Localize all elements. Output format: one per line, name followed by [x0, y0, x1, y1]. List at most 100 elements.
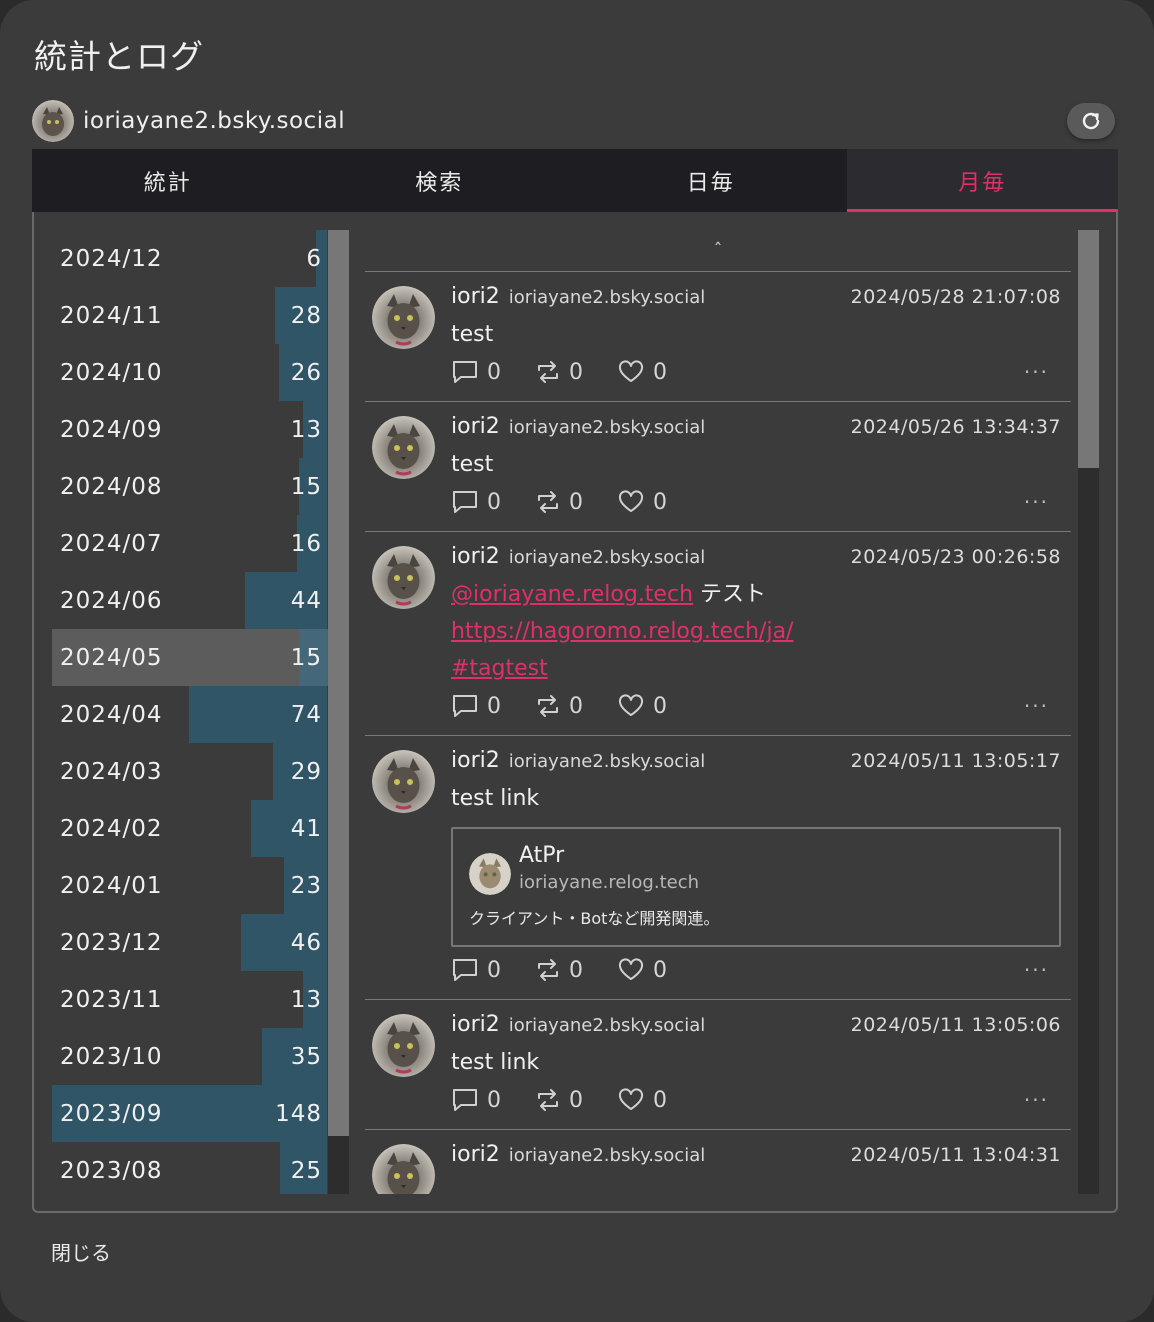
post-item[interactable]: iori2 ioriayane2.bsky.social 2024/05/23 00…	[365, 532, 1071, 736]
month-count: 13	[290, 416, 322, 443]
repost-button[interactable]: 0	[535, 490, 583, 515]
post-text: test link	[451, 786, 540, 811]
post-item[interactable]: iori2 ioriayane2.bsky.social 2024/05/11 13…	[365, 736, 1071, 1000]
post-item[interactable]: iori2 ioriayane2.bsky.social 2024/05/26 13…	[365, 402, 1071, 532]
more-options-icon[interactable]: ···	[1024, 958, 1049, 982]
reply-button[interactable]: 0	[451, 1087, 501, 1113]
reply-button[interactable]: 0	[451, 957, 501, 983]
month-label: 2024/01	[60, 872, 163, 899]
month-label: 2023/08	[60, 1157, 163, 1184]
month-count: 74	[290, 701, 322, 728]
post-author-handle: ioriayane2.bsky.social	[508, 751, 706, 772]
month-row[interactable]: 2024/01 23	[52, 857, 348, 914]
post-text: test	[451, 452, 494, 477]
cat-avatar-icon[interactable]	[372, 286, 435, 349]
like-button[interactable]: 0	[617, 694, 667, 719]
reply-count: 0	[487, 693, 501, 719]
month-row[interactable]: 2024/05 15	[52, 629, 348, 686]
cat-avatar-icon[interactable]	[372, 1144, 435, 1194]
repost-button[interactable]: 0	[535, 1088, 583, 1113]
refresh-icon	[1082, 112, 1100, 130]
link-card[interactable]: AtPr ioriayane.relog.tech クライアント・Botなど開発…	[451, 827, 1061, 947]
repost-button[interactable]: 0	[535, 958, 583, 983]
month-row[interactable]: 2024/08 15	[52, 458, 348, 515]
month-label: 2024/07	[60, 530, 163, 557]
more-options-icon[interactable]: ···	[1024, 490, 1049, 514]
post-timestamp: 2024/05/28 21:07:08	[850, 286, 1061, 308]
month-list[interactable]: 2024/12 6 2024/11 28 2024/10 26 2024/09 13 2024/…	[52, 230, 348, 1194]
month-row[interactable]: 2024/03 29	[52, 743, 348, 800]
month-label: 2023/12	[60, 929, 163, 956]
more-options-icon[interactable]: ···	[1024, 360, 1049, 384]
repost-button[interactable]: 0	[535, 360, 583, 385]
tab-daily[interactable]: 日毎	[575, 149, 847, 212]
repost-icon	[538, 491, 558, 513]
tab-stats[interactable]: 統計	[32, 149, 304, 212]
mention-link[interactable]: @ioriayane.relog.tech	[451, 582, 693, 607]
month-row[interactable]: 2023/10 35	[52, 1028, 348, 1085]
month-row[interactable]: 2023/09 148	[52, 1085, 348, 1142]
post-item[interactable]: iori2 ioriayane2.bsky.social 2024/05/11 13…	[365, 1000, 1071, 1130]
like-button[interactable]: 0	[617, 360, 667, 385]
month-row[interactable]: 2024/11 28	[52, 287, 348, 344]
month-label: 2024/11	[60, 302, 163, 329]
scroll-up-indicator[interactable]: ˆ	[365, 230, 1071, 272]
post-timestamp: 2024/05/11 13:04:31	[850, 1144, 1061, 1166]
more-options-icon[interactable]: ···	[1024, 1088, 1049, 1112]
feed-scroll-thumb[interactable]	[1078, 230, 1099, 468]
post-author-name: iori2	[451, 414, 500, 439]
url-link[interactable]: https://hagoromo.relog.tech/ja/	[451, 619, 793, 644]
like-button[interactable]: 0	[617, 958, 667, 983]
reply-icon	[453, 695, 477, 717]
month-row[interactable]: 2024/04 74	[52, 686, 348, 743]
repost-count: 0	[569, 693, 583, 719]
like-button[interactable]: 0	[617, 490, 667, 515]
month-row[interactable]: 2024/06 44	[52, 572, 348, 629]
month-label: 2023/11	[60, 986, 163, 1013]
hashtag-link[interactable]: #tagtest	[451, 656, 548, 681]
month-row[interactable]: 2024/12 6	[52, 230, 348, 287]
reply-button[interactable]: 0	[451, 359, 501, 385]
month-row[interactable]: 2024/02 41	[52, 800, 348, 857]
reply-button[interactable]: 0	[451, 489, 501, 515]
post-author-name: iori2	[451, 1142, 500, 1167]
month-row[interactable]: 2023/08 25	[52, 1142, 348, 1194]
tab-monthly[interactable]: 月毎	[846, 149, 1118, 212]
month-list-scrollbar[interactable]	[328, 230, 349, 1194]
post-timestamp: 2024/05/23 00:26:58	[850, 546, 1061, 568]
month-row[interactable]: 2024/10 26	[52, 344, 348, 401]
reply-count: 0	[487, 957, 501, 983]
like-count: 0	[653, 359, 667, 385]
cat-avatar-icon[interactable]	[372, 546, 435, 609]
cat-avatar-icon[interactable]	[372, 416, 435, 479]
month-row[interactable]: 2024/07 16	[52, 515, 348, 572]
post-actions: 0 0 0 ···	[451, 355, 1061, 389]
month-label: 2023/09	[60, 1100, 163, 1127]
tab-search[interactable]: 検索	[304, 149, 576, 212]
post-author-handle: ioriayane2.bsky.social	[508, 417, 706, 438]
cat-avatar-icon	[32, 100, 74, 142]
reply-count: 0	[487, 489, 501, 515]
cat-avatar-icon[interactable]	[372, 1014, 435, 1077]
month-row[interactable]: 2023/12 46	[52, 914, 348, 971]
refresh-button[interactable]	[1067, 103, 1115, 139]
like-count: 0	[653, 489, 667, 515]
close-button[interactable]: 閉じる	[51, 1237, 111, 1266]
month-count: 148	[275, 1100, 322, 1127]
month-count: 23	[290, 872, 322, 899]
tab-bar: 統計 検索 日毎 月毎	[32, 149, 1118, 212]
link-card-description: クライアント・Botなど開発関連。	[469, 909, 720, 928]
like-button[interactable]: 0	[617, 1088, 667, 1113]
reply-button[interactable]: 0	[451, 693, 501, 719]
month-label: 2024/03	[60, 758, 163, 785]
post-item[interactable]: iori2 ioriayane2.bsky.social 2024/05/28 21…	[365, 272, 1071, 402]
month-row[interactable]: 2024/09 13	[52, 401, 348, 458]
post-item[interactable]: iori2 ioriayane2.bsky.social 2024/05/11 13…	[365, 1130, 1071, 1194]
month-row[interactable]: 2023/11 13	[52, 971, 348, 1028]
cat-avatar-icon[interactable]	[372, 750, 435, 813]
more-options-icon[interactable]: ···	[1024, 694, 1049, 718]
like-count: 0	[653, 957, 667, 983]
feed-scrollbar[interactable]	[1078, 230, 1099, 1194]
repost-button[interactable]: 0	[535, 694, 583, 719]
month-list-scroll-thumb[interactable]	[328, 230, 349, 1136]
